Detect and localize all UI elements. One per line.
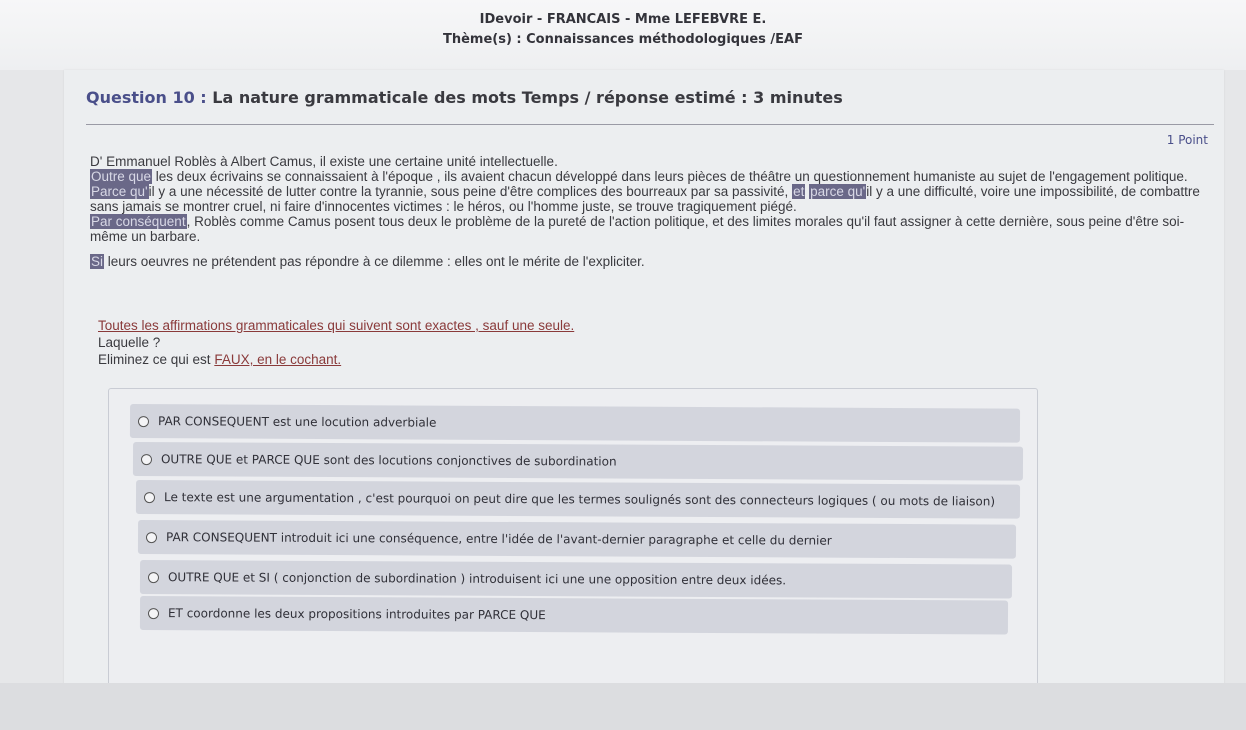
page-footer bbox=[0, 683, 1246, 730]
instruction-main: Toutes les affirmations grammaticales qu… bbox=[98, 318, 575, 333]
instruction-question: Laquelle ? bbox=[98, 335, 161, 350]
passage-paragraph-2: Outre que les deux écrivains se connaiss… bbox=[90, 169, 1200, 184]
answer-option-label: PAR CONSEQUENT introduit ici une conséqu… bbox=[165, 530, 832, 548]
passage-text: il y a une nécessité de lutter contre la… bbox=[148, 184, 793, 199]
answer-option-4[interactable]: PAR CONSEQUENT introduit ici une conséqu… bbox=[137, 520, 1017, 559]
assignment-header: IDevoir - FRANCAIS - Mme LEFEBVRE E. Thè… bbox=[0, 0, 1246, 70]
connector-highlight: Par conséquent bbox=[90, 214, 187, 229]
connector-highlight: Outre que bbox=[90, 169, 153, 184]
passage-text: , Roblès comme Camus posent tous deux le… bbox=[90, 214, 1185, 244]
connector-highlight: Si bbox=[90, 254, 105, 269]
passage-text: leurs oeuvres ne prétendent pas répondre… bbox=[104, 254, 645, 269]
answer-option-6[interactable]: ET coordonne les deux propositions intro… bbox=[139, 596, 1009, 635]
title-divider bbox=[86, 124, 1214, 125]
answer-option-1[interactable]: PAR CONSEQUENT est une locution adverbia… bbox=[129, 404, 1021, 443]
assignment-title: IDevoir - FRANCAIS - Mme LEFEBVRE E. bbox=[479, 12, 767, 27]
answer-option-label: OUTRE QUE et PARCE QUE sont des locution… bbox=[160, 452, 617, 469]
passage-paragraph-5: Si leurs oeuvres ne prétendent pas répon… bbox=[90, 254, 1200, 269]
radio-circle-icon[interactable] bbox=[147, 607, 160, 619]
passage-text: les deux écrivains se connaissaient à l'… bbox=[152, 169, 1188, 184]
question-title: Question 10 : La nature grammaticale des… bbox=[86, 88, 843, 107]
instruction-action: Eliminez ce qui est FAUX, en le cochant. bbox=[98, 351, 798, 368]
passage-paragraph-4: Par conséquent, Roblès comme Camus posen… bbox=[90, 214, 1200, 244]
question-title-text: La nature grammaticale des mots Temps / … bbox=[212, 88, 843, 107]
radio-circle-icon[interactable] bbox=[145, 531, 158, 543]
radio-circle-icon[interactable] bbox=[143, 491, 156, 503]
answer-option-5[interactable]: OUTRE QUE et SI ( conjonction de subordi… bbox=[139, 560, 1013, 599]
answer-option-label: ET coordonne les deux propositions intro… bbox=[167, 606, 546, 623]
instructions: Toutes les affirmations grammaticales qu… bbox=[98, 317, 798, 368]
answer-option-label: PAR CONSEQUENT est une locution adverbia… bbox=[157, 414, 437, 430]
answer-option-2[interactable]: OUTRE QUE et PARCE QUE sont des locution… bbox=[132, 442, 1024, 481]
answer-option-label: OUTRE QUE et SI ( conjonction de subordi… bbox=[167, 570, 787, 588]
points-label: 1 Point bbox=[1166, 133, 1208, 147]
connector-highlight: Parce qu' bbox=[90, 184, 149, 199]
assignment-theme: Thème(s) : Connaissances méthodologiques… bbox=[442, 32, 804, 47]
passage-paragraph-1: D' Emmanuel Roblès à Albert Camus, il ex… bbox=[90, 154, 558, 169]
instruction-emphasis: FAUX, en le cochant. bbox=[214, 352, 342, 367]
radio-circle-icon[interactable] bbox=[137, 415, 150, 427]
radio-circle-icon[interactable] bbox=[140, 453, 153, 465]
answer-option-label: Le texte est une argumentation , c'est p… bbox=[163, 490, 996, 509]
answer-option-3[interactable]: Le texte est une argumentation , c'est p… bbox=[135, 480, 1021, 519]
connector-highlight: parce qu' bbox=[809, 184, 867, 199]
text-passage: D' Emmanuel Roblès à Albert Camus, il ex… bbox=[90, 154, 1200, 269]
connector-highlight: et bbox=[792, 184, 806, 199]
question-number: Question 10 : bbox=[86, 88, 207, 107]
radio-circle-icon[interactable] bbox=[147, 571, 160, 583]
passage-paragraph-3: Parce qu'il y a une nécessité de lutter … bbox=[90, 184, 1200, 214]
instruction-action-text: Eliminez ce qui est bbox=[98, 352, 215, 367]
